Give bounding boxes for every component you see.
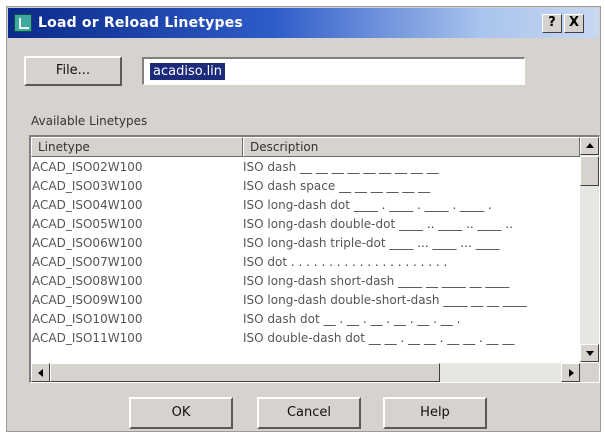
linetype-description: ISO long-dash short-dash ____ __ ____ __… — [243, 274, 509, 288]
scroll-left-button[interactable] — [31, 363, 50, 382]
file-button-label: File... — [55, 63, 91, 78]
window-title: Load or Reload Linetypes — [38, 15, 243, 31]
linetype-description: ISO double-dash dot __ __ . __ __ . __ _… — [243, 331, 514, 345]
vertical-scrollbar[interactable] — [580, 137, 599, 362]
linetype-description: ISO dash space __ __ __ __ __ __ — [243, 179, 430, 193]
description-text: ISO dot — [243, 255, 288, 269]
table-row[interactable]: ACAD_ISO09W100 ISO long-dash double-short… — [31, 291, 580, 310]
description-text: ISO long-dash short-dash — [243, 274, 395, 288]
arrow-right-icon — [569, 369, 574, 377]
help-button-label: Help — [420, 405, 450, 420]
cancel-button-label: Cancel — [286, 405, 332, 420]
scroll-up-button[interactable] — [580, 137, 599, 155]
pattern-preview: __ __ __ __ __ __ __ __ __ — [300, 160, 439, 174]
table-row[interactable]: ACAD_ISO02W100 ISO dash __ __ __ __ __ __… — [31, 158, 580, 177]
linetype-name: ACAD_ISO08W100 — [32, 274, 143, 288]
available-linetypes-label: Available Linetypes — [31, 114, 148, 128]
linetype-description: ISO long-dash double-dot ____ .. ____ ..… — [243, 217, 513, 231]
description-text: ISO long-dash triple-dot — [243, 236, 386, 250]
pattern-preview: ____ ... ____ ... ____ — [389, 236, 500, 250]
pattern-preview: ____ __ __ ____ — [443, 293, 527, 307]
table-row[interactable]: ACAD_ISO04W100 ISO long-dash dot ____ . _… — [31, 196, 580, 215]
description-text: ISO long-dash dot — [243, 198, 350, 212]
description-text: ISO double-dash dot — [243, 331, 365, 345]
help-title-button[interactable]: ? — [542, 14, 562, 33]
table-row[interactable]: ACAD_ISO11W100 ISO double-dash dot __ __ … — [31, 329, 580, 348]
list-rows: ACAD_ISO02W100 ISO dash __ __ __ __ __ __… — [31, 158, 580, 348]
horizontal-scrollbar[interactable] — [31, 363, 580, 382]
table-row[interactable]: ACAD_ISO08W100 ISO long-dash short-dash _… — [31, 272, 580, 291]
table-row[interactable]: ACAD_ISO07W100 ISO dot . . . . . . . . . … — [31, 253, 580, 272]
ok-button[interactable]: OK — [129, 397, 233, 429]
description-text: ISO dash dot — [243, 312, 320, 326]
load-linetypes-dialog: Load or Reload Linetypes ? X File... aca… — [6, 6, 601, 432]
cancel-button[interactable]: Cancel — [257, 397, 361, 429]
scroll-right-button[interactable] — [561, 363, 580, 382]
pattern-preview: __ __ . __ __ . __ __ . __ __ — [368, 331, 515, 345]
pattern-preview: __ . __ . __ . __ . __ . __ . — [323, 312, 461, 326]
title-bar[interactable]: Load or Reload Linetypes ? X — [8, 8, 599, 38]
linetype-list[interactable]: Linetype Description ACAD_ISO02W100 ISO d… — [29, 135, 600, 383]
help-button[interactable]: Help — [383, 397, 487, 429]
file-name-value: acadiso.lin — [150, 63, 226, 80]
table-row[interactable]: ACAD_ISO06W100 ISO long-dash triple-dot _… — [31, 234, 580, 253]
linetype-name: ACAD_ISO09W100 — [32, 293, 143, 307]
description-text: ISO long-dash double-short-dash — [243, 293, 440, 307]
vertical-scroll-thumb[interactable] — [580, 156, 599, 186]
close-button[interactable]: X — [564, 14, 584, 33]
linetype-description: ISO dash dot __ . __ . __ . __ . __ . __… — [243, 312, 460, 326]
linetype-name: ACAD_ISO04W100 — [32, 198, 143, 212]
description-text: ISO long-dash double-dot — [243, 217, 396, 231]
linetype-name: ACAD_ISO05W100 — [32, 217, 143, 231]
linetype-name: ACAD_ISO10W100 — [32, 312, 143, 326]
list-header: Linetype Description — [31, 137, 580, 157]
linetype-description: ISO dash __ __ __ __ __ __ __ __ __ — [243, 160, 439, 174]
pattern-preview: ____ __ ____ __ ____ — [398, 274, 510, 288]
description-text: ISO dash space — [243, 179, 336, 193]
column-header-linetype[interactable]: Linetype — [31, 137, 243, 157]
linetype-description: ISO dot . . . . . . . . . . . . . . . . … — [243, 255, 447, 269]
linetype-description: ISO long-dash double-short-dash ____ __ … — [243, 293, 527, 307]
scroll-corner — [580, 363, 599, 382]
arrow-left-icon — [38, 369, 43, 377]
linetype-name: ACAD_ISO03W100 — [32, 179, 143, 193]
linetype-name: ACAD_ISO07W100 — [32, 255, 143, 269]
scroll-down-button[interactable] — [580, 344, 599, 362]
pattern-preview: __ __ __ __ __ __ — [339, 179, 431, 193]
horizontal-scroll-thumb[interactable] — [50, 363, 440, 382]
pattern-preview: ____ .. ____ .. ____ .. — [399, 217, 513, 231]
pattern-preview: ____ . ____ . ____ . ____ . — [353, 198, 492, 212]
column-header-description[interactable]: Description — [243, 137, 580, 157]
file-name-field[interactable]: acadiso.lin — [142, 57, 525, 85]
ok-button-label: OK — [171, 405, 191, 420]
arrow-down-icon — [586, 351, 594, 356]
table-row[interactable]: ACAD_ISO10W100 ISO dash dot __ . __ . __ … — [31, 310, 580, 329]
description-text: ISO dash — [243, 160, 297, 174]
file-button[interactable]: File... — [24, 56, 122, 86]
pattern-preview: . . . . . . . . . . . . . . . . . . . . … — [290, 255, 448, 269]
autocad-app-icon — [14, 14, 32, 32]
table-row[interactable]: ACAD_ISO05W100 ISO long-dash double-dot _… — [31, 215, 580, 234]
linetype-description: ISO long-dash triple-dot ____ ... ____ .… — [243, 236, 500, 250]
table-row[interactable]: ACAD_ISO03W100 ISO dash space __ __ __ __… — [31, 177, 580, 196]
linetype-name: ACAD_ISO11W100 — [32, 331, 143, 345]
linetype-name: ACAD_ISO06W100 — [32, 236, 143, 250]
arrow-up-icon — [586, 143, 594, 148]
linetype-description: ISO long-dash dot ____ . ____ . ____ . _… — [243, 198, 492, 212]
linetype-name: ACAD_ISO02W100 — [32, 160, 143, 174]
